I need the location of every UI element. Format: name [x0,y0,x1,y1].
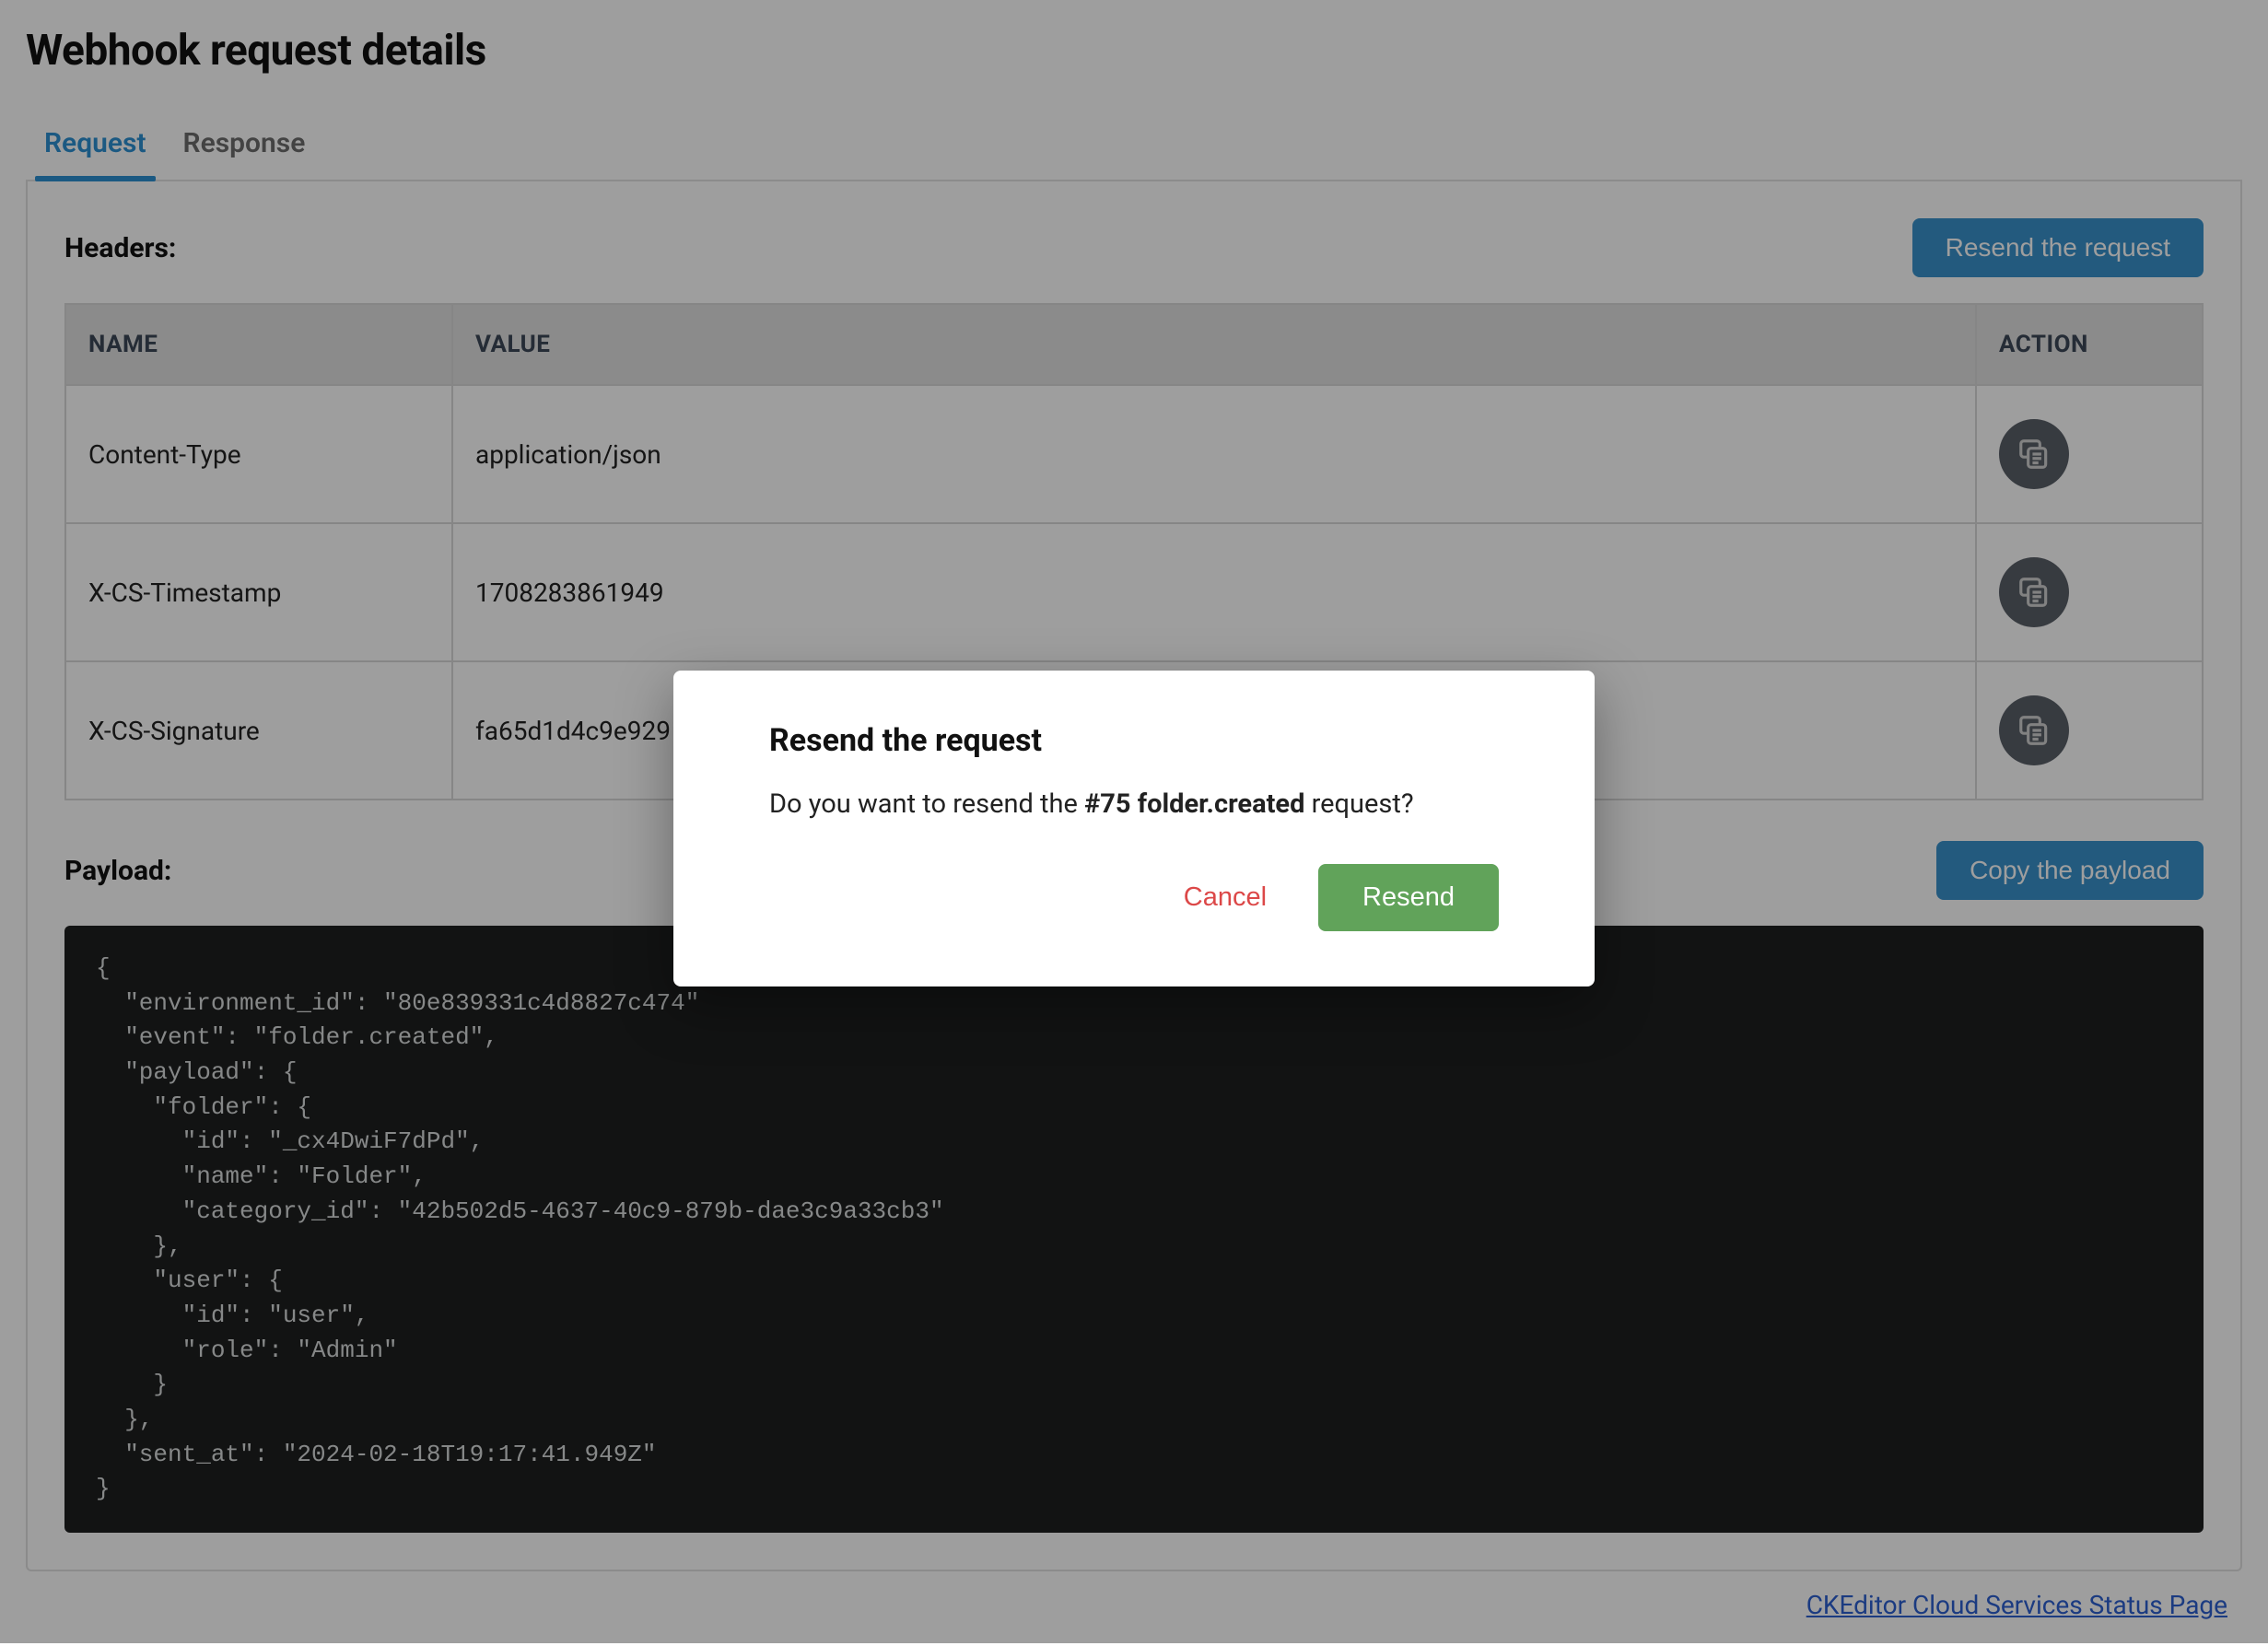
resend-button[interactable]: Resend [1318,864,1499,931]
modal-message-bold: #75 folder.created [1084,788,1304,820]
modal-overlay[interactable]: Resend the request Do you want to resend… [0,0,2268,1643]
cancel-button[interactable]: Cancel [1173,868,1278,928]
modal-message: Do you want to resend the #75 folder.cre… [769,788,1499,820]
modal-message-suffix: request? [1304,788,1413,820]
resend-confirm-modal: Resend the request Do you want to resend… [673,671,1595,986]
modal-message-prefix: Do you want to resend the [769,788,1084,820]
modal-title: Resend the request [769,722,1499,759]
